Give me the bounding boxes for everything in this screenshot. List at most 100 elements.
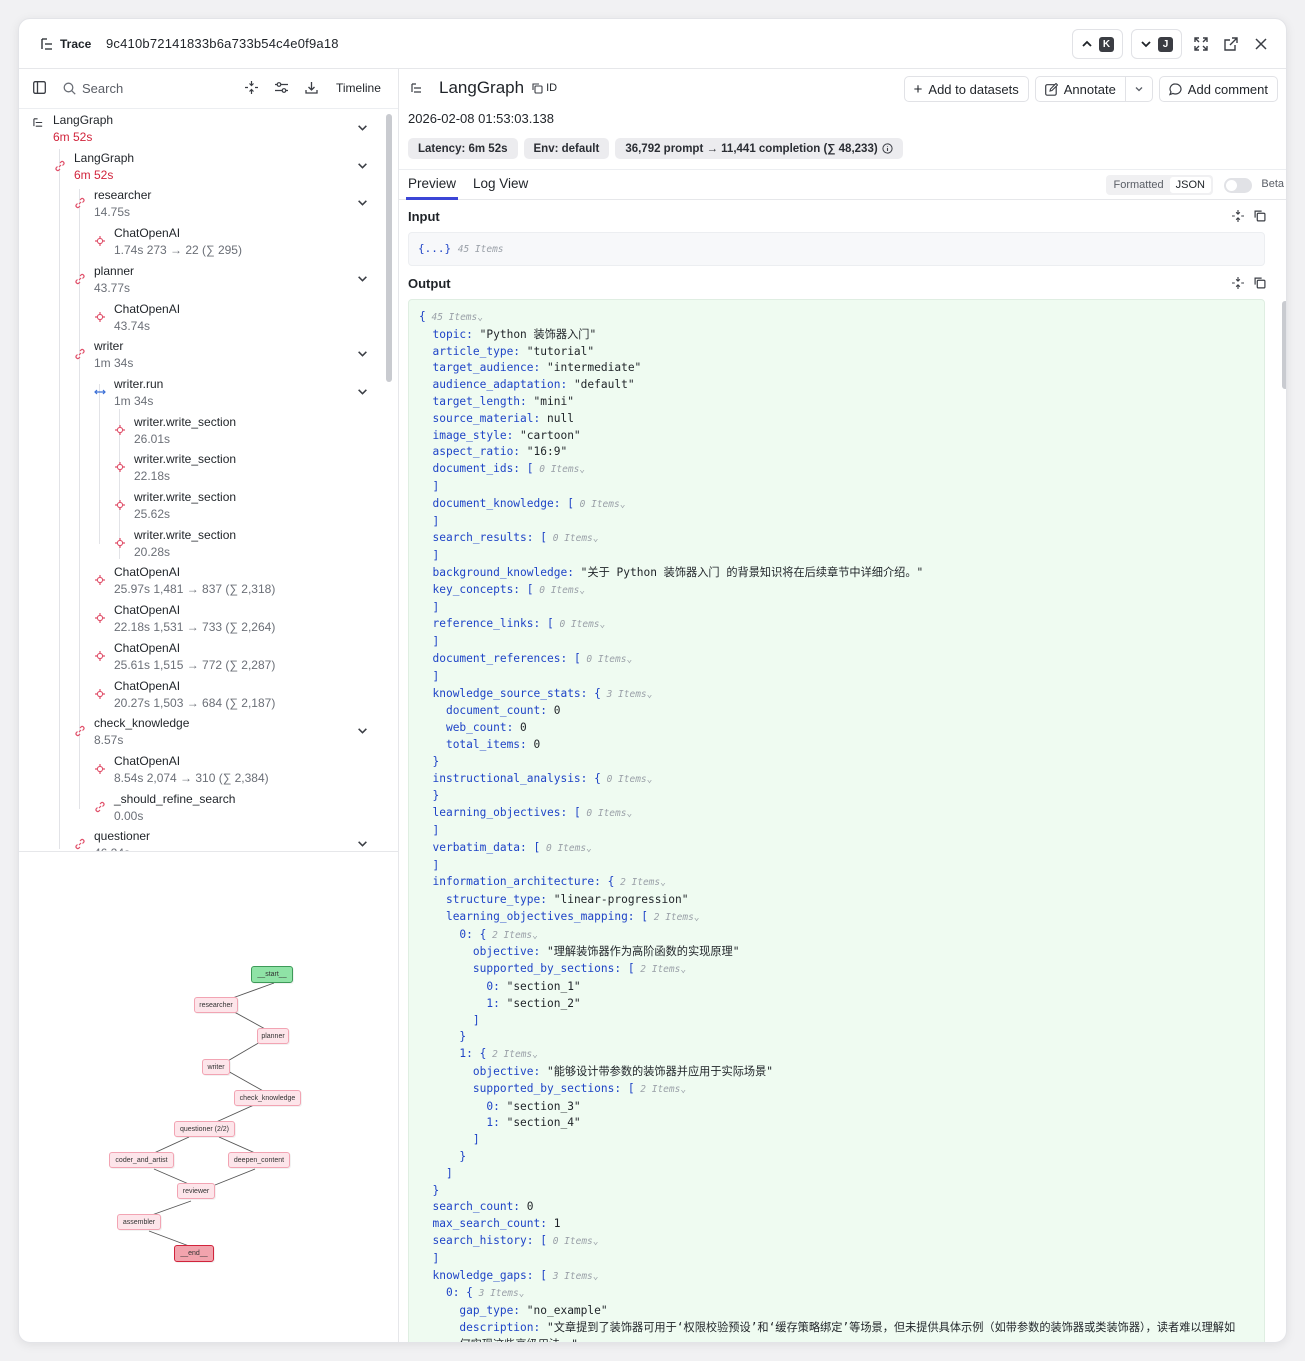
copy-icon[interactable]: [1254, 277, 1266, 289]
format-toggle[interactable]: Formatted JSON: [1105, 175, 1213, 195]
tree-node-researcher[interactable]: researcher 14.75s: [94, 188, 384, 220]
timeline-button[interactable]: Timeline: [336, 81, 381, 95]
tree-node-icon: [74, 273, 86, 288]
tree-node-writer[interactable]: writer 1m 34s: [94, 339, 384, 371]
tree-node-check-knowledge[interactable]: check_knowledge 8.57s: [94, 716, 384, 748]
json-item-count-toggle[interactable]: 0 Items⌄: [534, 585, 585, 596]
toggle-sidebar-button[interactable]: [33, 81, 46, 94]
input-summary[interactable]: {...}: [418, 242, 451, 255]
tree-node-chatopenai[interactable]: ChatOpenAI 25.97s 1,481 → 837 (∑ 2,318): [114, 565, 384, 597]
token-usage-badge[interactable]: 36,792 prompt → 11,441 completion (∑ 48,…: [615, 138, 903, 159]
json-item-count-toggle[interactable]: 0 Items⌄: [554, 619, 605, 630]
filter-button[interactable]: [275, 81, 288, 94]
open-external-button[interactable]: [1220, 29, 1242, 59]
tree-node-chatopenai[interactable]: ChatOpenAI 20.27s 1,503 → 684 (∑ 2,187): [114, 679, 384, 711]
expand-chevron-icon[interactable]: [357, 385, 368, 400]
format-option-formatted[interactable]: Formatted: [1108, 177, 1170, 193]
expand-chevron-icon[interactable]: [357, 272, 368, 287]
tab-preview[interactable]: Preview: [405, 176, 459, 200]
output-json-box[interactable]: { 45 Items⌄ topic: "Python 装饰器入门" articl…: [408, 299, 1265, 1342]
collapse-icon[interactable]: [1232, 277, 1244, 289]
tree-node-meta: 22.18s: [134, 469, 171, 484]
json-line: }: [419, 1183, 1235, 1200]
close-button[interactable]: [1250, 29, 1272, 59]
tree-node-chatopenai[interactable]: ChatOpenAI 1.74s 273 → 22 (∑ 295): [114, 226, 384, 258]
input-json-box[interactable]: {...} 45 Items: [408, 232, 1265, 266]
add-comment-button[interactable]: Add comment: [1158, 76, 1278, 102]
tree-node-langgraph[interactable]: LangGraph 6m 52s: [74, 151, 384, 183]
graph-node-questioner[interactable]: questioner (2/2): [174, 1121, 235, 1137]
expand-chevron-icon[interactable]: [357, 347, 368, 362]
copy-id-button[interactable]: ID: [532, 82, 557, 94]
tab-log-view[interactable]: Log View: [473, 176, 528, 191]
tree-node-writer-write-section[interactable]: writer.write_section 22.18s: [134, 452, 384, 484]
expand-chevron-icon[interactable]: [357, 837, 368, 851]
add-to-datasets-button[interactable]: + Add to datasets: [903, 76, 1029, 102]
next-run-button[interactable]: J: [1131, 29, 1182, 59]
beta-switch[interactable]: [1224, 178, 1252, 193]
json-item-count-toggle[interactable]: 0 Items⌄: [581, 654, 632, 665]
tree-node-langgraph-root[interactable]: LangGraph 6m 52s: [53, 113, 384, 145]
json-item-count-toggle[interactable]: 0 Items⌄: [547, 1236, 599, 1247]
format-option-json[interactable]: JSON: [1169, 177, 1211, 193]
expand-chevron-icon[interactable]: [357, 159, 368, 174]
json-item-count-toggle[interactable]: 2 Items⌄: [486, 1049, 538, 1060]
annotate-dropdown-button[interactable]: [1125, 76, 1153, 102]
tree-node-writer-run[interactable]: writer.run 1m 34s: [114, 377, 384, 409]
tree-node-planner[interactable]: planner 43.77s: [94, 264, 384, 296]
search-field[interactable]: Search: [63, 81, 123, 96]
tree-node-writer-write-section[interactable]: writer.write_section 25.62s: [134, 490, 384, 522]
tree-node-writer-write-section[interactable]: writer.write_section 26.01s: [134, 415, 384, 447]
tree-node-should-refine-search[interactable]: _should_refine_search 0.00s: [114, 792, 384, 824]
graph-node-start[interactable]: __start__: [251, 966, 293, 983]
expand-button[interactable]: [1190, 29, 1212, 59]
json-item-count-toggle[interactable]: 2 Items⌄: [486, 930, 538, 941]
collapse-icon[interactable]: [1232, 210, 1244, 222]
json-item-count-toggle[interactable]: 3 Items⌄: [601, 689, 653, 700]
graph-node-deepen-content[interactable]: deepen_content: [228, 1152, 290, 1168]
tree-node-chatopenai[interactable]: ChatOpenAI 25.61s 1,515 → 772 (∑ 2,287): [114, 641, 384, 673]
json-item-count-toggle[interactable]: 2 Items⌄: [614, 877, 666, 888]
tree-node-chatopenai[interactable]: ChatOpenAI 8.54s 2,074 → 310 (∑ 2,384): [114, 754, 384, 786]
json-item-count-toggle[interactable]: 2 Items⌄: [648, 912, 700, 923]
json-item-count-toggle[interactable]: 0 Items⌄: [540, 843, 592, 854]
tree-node-questioner[interactable]: questioner46.24s: [94, 829, 384, 851]
json-item-count-toggle[interactable]: 45 Items⌄: [426, 312, 482, 323]
graph-node-assembler[interactable]: assembler: [117, 1214, 161, 1230]
json-item-count-toggle[interactable]: 0 Items⌄: [601, 774, 653, 785]
json-line: article_type: "tutorial": [419, 344, 1235, 361]
json-item-count-toggle[interactable]: 0 Items⌄: [574, 499, 626, 510]
download-button[interactable]: [305, 81, 318, 94]
graph-node-writer[interactable]: writer: [202, 1059, 230, 1075]
json-item-count-toggle[interactable]: 3 Items⌄: [547, 1271, 599, 1282]
json-item-count-toggle[interactable]: 2 Items⌄: [635, 964, 686, 975]
json-item-count-toggle[interactable]: 2 Items⌄: [635, 1084, 686, 1095]
graph-node-end[interactable]: __end__: [174, 1245, 214, 1262]
collapse-all-button[interactable]: [245, 81, 258, 94]
json-item-count-toggle[interactable]: 0 Items⌄: [534, 464, 585, 475]
previous-run-button[interactable]: K: [1072, 29, 1123, 59]
llm-sparkle-icon: [115, 537, 125, 548]
tree-node-name: ChatOpenAI: [114, 301, 181, 316]
tree-node-writer-write-section[interactable]: writer.write_section 20.28s: [134, 528, 384, 560]
tree-node-chatopenai[interactable]: ChatOpenAI 43.74s: [114, 302, 384, 334]
graph-node-reviewer[interactable]: reviewer: [177, 1183, 215, 1199]
graph-node-researcher[interactable]: researcher: [194, 997, 238, 1013]
tree-scrollbar[interactable]: [386, 114, 392, 382]
annotate-button[interactable]: Annotate: [1034, 76, 1126, 102]
graph-node-planner[interactable]: planner: [257, 1028, 289, 1044]
tree-node-name: writer.write_section: [134, 527, 237, 542]
copy-icon[interactable]: [1254, 210, 1266, 222]
graph-node-check-knowledge[interactable]: check_knowledge: [234, 1090, 301, 1106]
expand-chevron-icon[interactable]: [357, 724, 368, 739]
graph-node-coder-and-artist[interactable]: coder_and_artist: [109, 1152, 174, 1168]
json-item-count-toggle[interactable]: 0 Items⌄: [547, 533, 599, 544]
detail-scrollbar[interactable]: [1282, 301, 1286, 389]
json-line: ]: [419, 600, 1235, 617]
tree-node-chatopenai[interactable]: ChatOpenAI 22.18s 1,531 → 733 (∑ 2,264): [114, 603, 384, 635]
json-item-count-toggle[interactable]: 3 Items⌄: [473, 1288, 525, 1299]
json-key: document_knowledge:: [432, 496, 568, 510]
expand-chevron-icon[interactable]: [357, 121, 368, 136]
json-item-count-toggle[interactable]: 0 Items⌄: [581, 808, 632, 819]
expand-chevron-icon[interactable]: [357, 196, 368, 211]
